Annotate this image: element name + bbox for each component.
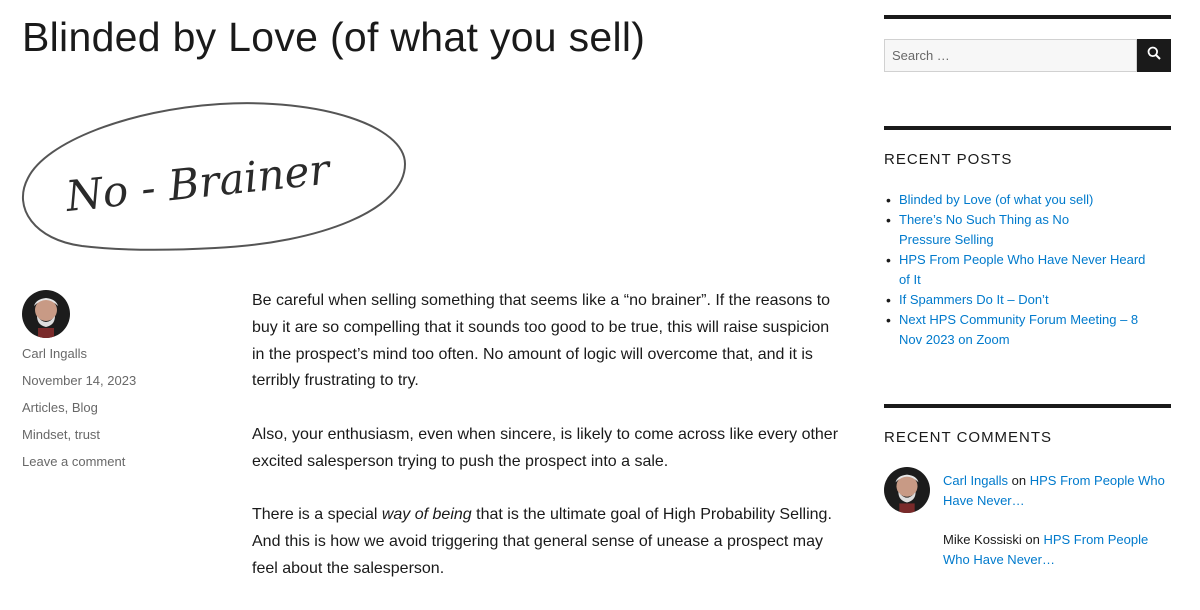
recent-post-item: There’s No Such Thing as No Pressure Sel…	[884, 210, 1171, 250]
recent-post-item: If Spammers Do It – Don’t	[884, 290, 1171, 310]
recent-comment-item: Carl Ingalls on HPS From People Who Have…	[943, 473, 1165, 508]
commenter-avatar[interactable]	[884, 467, 930, 513]
tag-link[interactable]: Mindset	[22, 427, 68, 442]
widget-divider	[884, 15, 1171, 19]
comment-author-link[interactable]: Carl Ingalls	[943, 473, 1008, 488]
category-link[interactable]: Articles	[22, 400, 65, 415]
post-categories: Articles, Blog	[22, 400, 98, 415]
search-input[interactable]	[885, 40, 1136, 71]
recent-posts-list: Blinded by Love (of what you sell) There…	[884, 190, 1171, 350]
category-link[interactable]: Blog	[72, 400, 98, 415]
post-tags: Mindset, trust	[22, 427, 101, 442]
author-name[interactable]: Carl Ingalls	[22, 346, 87, 361]
search-icon	[1147, 46, 1161, 65]
widget-divider	[884, 126, 1171, 130]
featured-image-text: No - Brainer	[63, 144, 335, 221]
recent-post-item: Blinded by Love (of what you sell)	[884, 190, 1171, 210]
featured-image: No - Brainer	[20, 98, 410, 258]
recent-post-item: HPS From People Who Have Never Heard of …	[884, 250, 1171, 290]
recent-post-item: Next HPS Community Forum Meeting – 8 Nov…	[884, 310, 1171, 350]
post-date[interactable]: November 14, 2023	[22, 373, 136, 388]
search-field[interactable]	[884, 39, 1137, 72]
comment-author: Mike Kossiski	[943, 532, 1022, 547]
recent-comments-title: RECENT COMMENTS	[884, 429, 1053, 446]
leave-comment-link[interactable]: Leave a comment	[22, 454, 125, 469]
paragraph: Also, your enthusiasm, even when sincere…	[252, 425, 839, 470]
post-title: Blinded by Love (of what you sell)	[22, 14, 646, 60]
post-content: Be careful when selling something that s…	[252, 288, 842, 610]
search-button[interactable]	[1137, 39, 1171, 72]
recent-posts-title: RECENT POSTS	[884, 151, 1013, 168]
widget-divider	[884, 404, 1171, 408]
paragraph: Be careful when selling something that s…	[252, 292, 831, 390]
author-avatar[interactable]	[22, 290, 70, 338]
recent-comment-item: Mike Kossiski on HPS From People Who Hav…	[943, 532, 1149, 567]
paragraph: There is a special way of being that is …	[252, 506, 832, 577]
tag-link[interactable]: trust	[75, 427, 100, 442]
